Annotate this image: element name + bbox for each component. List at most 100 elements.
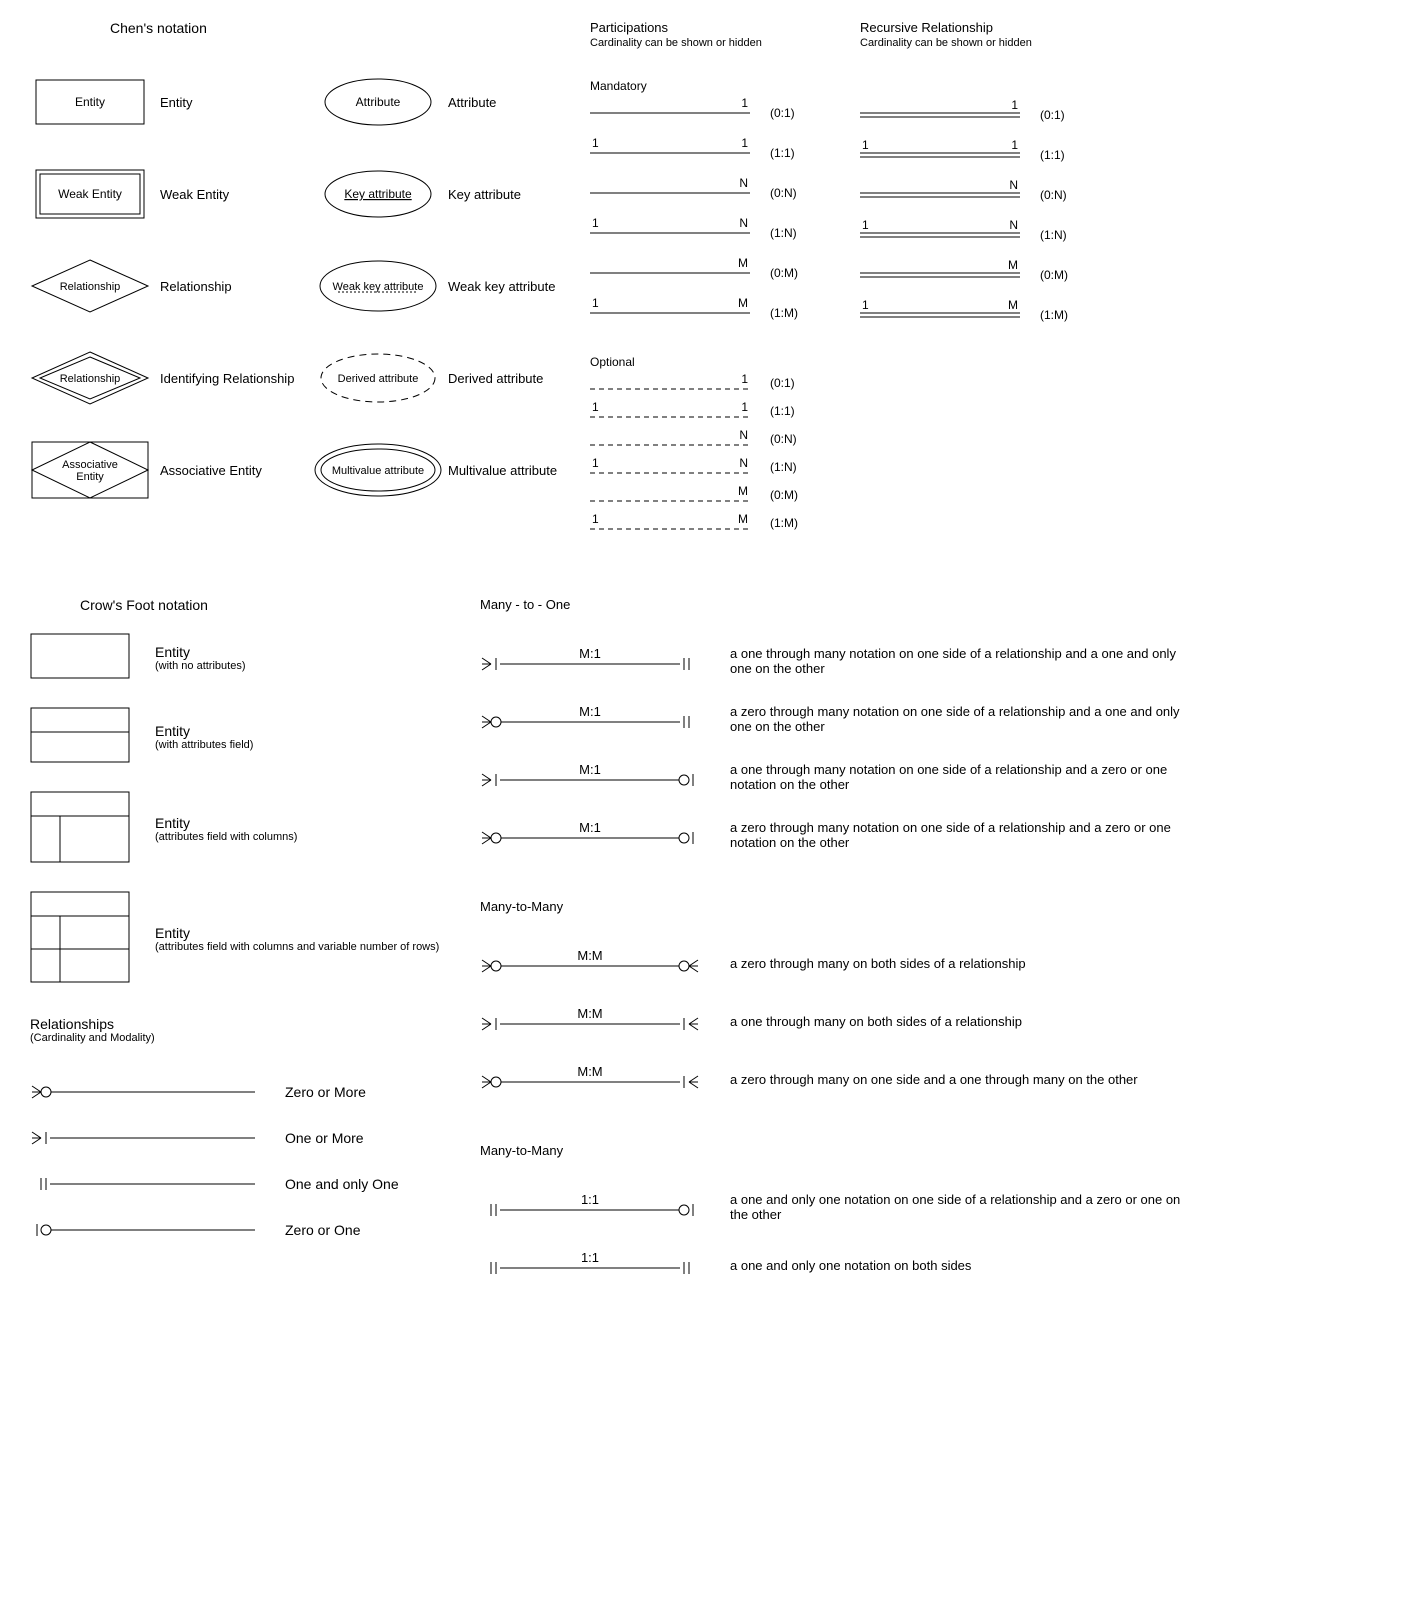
participation-row: 1 M (1:M)	[590, 509, 850, 537]
svg-text:Attribute: Attribute	[356, 95, 401, 109]
cardinality-label: (0:N)	[760, 186, 830, 200]
svg-text:1: 1	[741, 372, 748, 386]
crow-entity-shape	[30, 891, 140, 986]
svg-text:Weak key attribute: Weak key attribute	[333, 281, 424, 293]
cardinality-label: (1:M)	[1030, 308, 1100, 322]
svg-text:1: 1	[592, 216, 599, 230]
relationship-desc: a one and only one notation on one side …	[700, 1192, 1200, 1222]
derived-attribute-label: Derived attribute	[438, 371, 598, 386]
svg-text:1: 1	[741, 136, 748, 150]
relationship-desc: a zero through many on both sides of a r…	[700, 956, 1200, 971]
participation-row: 1 1 (1:1)	[590, 397, 850, 425]
crow-legend-line	[30, 1172, 260, 1196]
cardinality-label: (0:M)	[1030, 268, 1100, 282]
relationship-line: M:M	[480, 948, 700, 978]
crow-entity-label: Entity(with no attributes)	[140, 644, 245, 672]
cardinality-label: (1:M)	[760, 306, 830, 320]
svg-text:Multivalue attribute: Multivalue attribute	[332, 465, 424, 477]
relationship-desc: a one and only one notation on both side…	[700, 1258, 1200, 1273]
svg-text:M: M	[738, 256, 748, 270]
participation-row: 1 (0:1)	[860, 95, 1120, 135]
weak-entity-label: Weak Entity	[150, 187, 310, 202]
weak-key-attribute-label: Weak key attribute	[438, 279, 598, 294]
assoc-entity-label: Associative Entity	[150, 463, 310, 478]
svg-text:1: 1	[741, 96, 748, 110]
svg-text:1: 1	[862, 218, 869, 232]
cardinality-label: (0:1)	[760, 106, 830, 120]
crow-legend-line	[30, 1080, 260, 1104]
relationship-desc: a zero through many notation on one side…	[700, 820, 1200, 850]
svg-text:M: M	[738, 484, 748, 498]
entity-shape: Entity	[30, 79, 150, 125]
rel-caption: (Cardinality and Modality)	[30, 1032, 460, 1044]
svg-text:M: M	[1008, 258, 1018, 272]
participation-row: M (0:M)	[590, 253, 850, 293]
chen-title: Chen's notation	[30, 20, 590, 36]
crow-legend-label: Zero or More	[260, 1084, 425, 1100]
cardinality-label: (0:1)	[760, 376, 830, 390]
svg-text:1: 1	[1011, 138, 1018, 152]
multivalue-attribute-label: Multivalue attribute	[438, 463, 598, 478]
participation-row: 1 N (1:N)	[860, 215, 1120, 255]
attribute-label: Attribute	[438, 95, 598, 110]
attribute-shape: Attribute	[318, 77, 438, 127]
mm-title: Many-to-Many	[480, 899, 1220, 914]
svg-text:M:1: M:1	[579, 762, 601, 777]
relationship-line: M:1	[480, 820, 700, 850]
svg-text:1: 1	[592, 400, 599, 414]
participation-row: 1 (0:1)	[590, 369, 850, 397]
entity-label: Entity	[150, 95, 310, 110]
svg-text:1: 1	[1011, 98, 1018, 112]
svg-text:M:1: M:1	[579, 704, 601, 719]
weak-entity-shape: Weak Entity	[30, 169, 150, 219]
rel-title: Relationships	[30, 1016, 460, 1032]
participations-caption: Cardinality can be shown or hidden	[590, 37, 850, 49]
cardinality-label: (1:1)	[1030, 148, 1100, 162]
svg-text:M: M	[738, 296, 748, 310]
svg-text:Derived attribute: Derived attribute	[338, 373, 419, 385]
participation-row: N (0:N)	[590, 425, 850, 453]
svg-text:Relationship: Relationship	[60, 281, 121, 293]
crow-legend-line	[30, 1126, 260, 1150]
cardinality-label: (0:1)	[1030, 108, 1100, 122]
svg-text:M:1: M:1	[579, 646, 601, 661]
relationship-label: Relationship	[150, 279, 310, 294]
svg-text:1: 1	[592, 296, 599, 310]
m1-title: Many - to - One	[480, 597, 1220, 612]
crow-legend-line	[30, 1218, 260, 1242]
relationship-line: M:1	[480, 646, 700, 676]
participations-title: Participations	[590, 20, 850, 35]
svg-text:1: 1	[592, 136, 599, 150]
participation-row: 1 N (1:N)	[590, 453, 850, 481]
relationship-desc: a one through many on both sides of a re…	[700, 1014, 1200, 1029]
assoc-entity-shape: AssociativeEntity	[30, 440, 150, 500]
cardinality-label: (0:M)	[760, 488, 830, 502]
key-attribute-shape: Key attribute	[318, 169, 438, 219]
relationship-line: 1:1	[480, 1250, 700, 1280]
crow-entity-label: Entity(with attributes field)	[140, 723, 253, 751]
relationship-desc: a one through many notation on one side …	[700, 762, 1200, 792]
svg-text:Relationship: Relationship	[60, 373, 121, 385]
svg-text:Entity: Entity	[76, 471, 104, 483]
svg-text:M: M	[1008, 298, 1018, 312]
svg-text:M:1: M:1	[579, 820, 601, 835]
svg-text:Key attribute: Key attribute	[344, 187, 412, 201]
participation-row: 1 N (1:N)	[590, 213, 850, 253]
participation-row: 1 M (1:M)	[860, 295, 1120, 335]
participation-row: 1 1 (1:1)	[860, 135, 1120, 175]
recursive-caption: Cardinality can be shown or hidden	[860, 37, 1120, 49]
svg-text:1: 1	[592, 512, 599, 526]
participation-row: M (0:M)	[590, 481, 850, 509]
optional-label: Optional	[590, 355, 850, 369]
ident-relationship-label: Identifying Relationship	[150, 371, 310, 386]
ident-relationship-shape: Relationship	[30, 350, 150, 406]
svg-text:M:M: M:M	[577, 1064, 602, 1079]
cardinality-label: (0:N)	[760, 432, 830, 446]
oo-title: Many-to-Many	[480, 1143, 1220, 1158]
svg-text:N: N	[1009, 178, 1018, 192]
svg-text:N: N	[1009, 218, 1018, 232]
svg-text:1:1: 1:1	[581, 1250, 599, 1265]
cardinality-label: (1:1)	[760, 146, 830, 160]
derived-attribute-shape: Derived attribute	[318, 351, 438, 405]
recursive-title: Recursive Relationship	[860, 20, 1120, 35]
